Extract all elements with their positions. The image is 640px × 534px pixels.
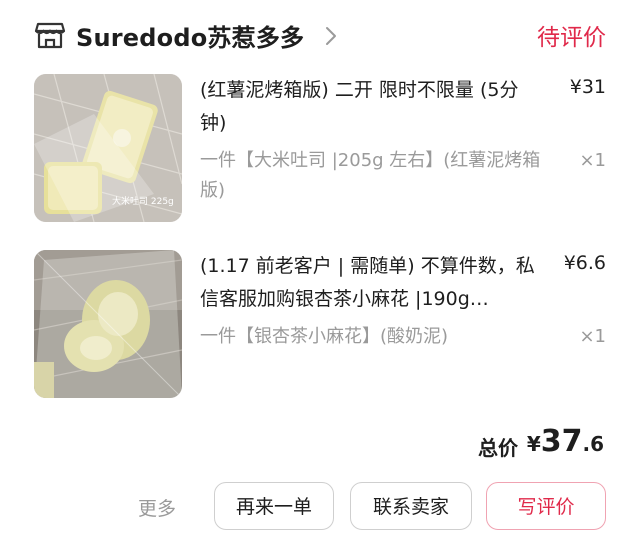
order-item[interactable]: 大米吐司 225g (红薯泥烤箱版) 二开 限时不限量 (5分钟) ¥31 一件… [34,74,606,224]
more-button[interactable]: 更多 [138,494,176,521]
store-icon[interactable] [34,20,66,50]
product-spec: 一件【大米吐司 |205g 左右】(红薯泥烤箱版) [200,150,541,201]
order-header: Suredodo苏惹多多 待评价 [34,16,606,56]
total-label: 总价 [478,436,518,460]
rebuy-button[interactable]: 再来一单 [214,482,334,530]
order-card: Suredodo苏惹多多 待评价 大米吐司 225g (红薯泥烤箱版) 二开 限… [0,0,640,534]
total-currency: ¥ [526,432,541,456]
product-image[interactable] [34,250,182,398]
store-name[interactable]: Suredodo苏惹多多 [76,18,304,53]
product-quantity: ×1 [579,326,606,347]
product-spec: 一件【银杏茶小麻花】(酸奶泥) [200,326,449,347]
product-price: ¥31 [569,76,606,98]
write-review-button[interactable]: 写评价 [486,482,606,530]
product-title[interactable]: (1.17 前老客户 | 需随单) 不算件数，私信客服加购银杏茶小麻花 |190… [200,250,540,316]
product-image[interactable]: 大米吐司 225g [34,74,182,222]
product-title[interactable]: (红薯泥烤箱版) 二开 限时不限量 (5分钟) [200,74,540,140]
order-item[interactable]: (1.17 前老客户 | 需随单) 不算件数，私信客服加购银杏茶小麻花 |190… [34,250,606,400]
contact-seller-button[interactable]: 联系卖家 [350,482,472,530]
product-quantity: ×1 [579,150,606,171]
total-integer: 37 [540,424,583,459]
thumb-caption: 大米吐司 225g [112,195,174,207]
chevron-right-icon[interactable] [324,26,338,46]
total-amount: ¥37.6 [527,424,604,459]
product-price: ¥6.6 [563,252,606,274]
order-status: 待评价 [537,25,606,51]
total-decimal: .6 [582,432,604,456]
